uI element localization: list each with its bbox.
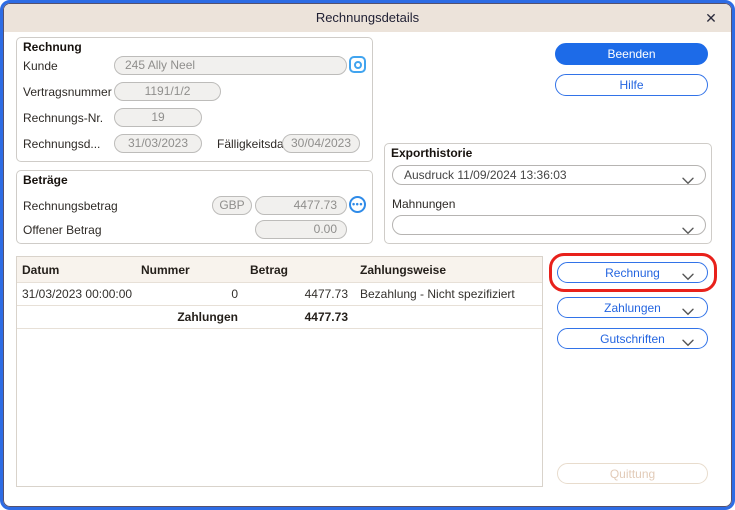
- summary-label: Zahlungen: [177, 310, 238, 324]
- faelligkeitsdatum-field[interactable]: 30/04/2023: [282, 134, 360, 153]
- mahnungen-label: Mahnungen: [392, 197, 456, 211]
- table-summary-row: Zahlungen 4477.73: [17, 306, 542, 329]
- kunde-lookup-icon[interactable]: [349, 56, 366, 73]
- rechnungsdatum-field[interactable]: 31/03/2023: [114, 134, 202, 153]
- faelligkeitsdatum-label: Fälligkeitsda: [217, 137, 284, 151]
- rechnungsbetrag-label: Rechnungsbetrag: [23, 199, 118, 213]
- rechnungsnr-label: Rechnungs-Nr.: [23, 111, 104, 125]
- zahlungen-dropdown-button[interactable]: Zahlungen: [557, 297, 708, 318]
- chevron-down-icon: [682, 222, 694, 240]
- offener-betrag-label: Offener Betrag: [23, 223, 102, 237]
- cell-betrag: 4477.73: [304, 287, 348, 301]
- hilfe-button[interactable]: Hilfe: [555, 74, 708, 96]
- quittung-button[interactable]: Quittung: [557, 463, 708, 484]
- invoice-details-dialog: Rechnungsdetails ✕ Rechnung Kunde 245 Al…: [0, 0, 735, 510]
- betraege-groupbox: Beträge Rechnungsbetrag GBP 4477.73 ••• …: [16, 170, 373, 244]
- circle-glyph: [353, 60, 362, 69]
- ellipsis-icon[interactable]: •••: [349, 196, 366, 213]
- column-header: Betrag: [250, 262, 289, 277]
- rechnung-groupbox: Rechnung Kunde 245 Ally Neel Vertragsnum…: [16, 37, 373, 162]
- vertragsnummer-label: Vertragsnummer: [23, 85, 112, 99]
- column-header: Datum: [22, 262, 60, 277]
- chevron-down-icon: [682, 270, 694, 284]
- titlebar: Rechnungsdetails ✕: [4, 4, 731, 32]
- rechnung-dropdown-button[interactable]: Rechnung: [557, 262, 708, 283]
- gutschriften-dropdown-button[interactable]: Gutschriften: [557, 328, 708, 349]
- dialog-title: Rechnungsdetails: [315, 10, 420, 25]
- exporthistorie-groupbox: Exporthistorie Ausdruck 11/09/2024 13:36…: [384, 143, 712, 244]
- table-row[interactable]: 31/03/2023 00:00:00 0 4477.73 Bezahlung …: [17, 283, 542, 306]
- rechnungsbetrag-field[interactable]: 4477.73: [255, 196, 347, 215]
- chevron-down-icon: [682, 336, 694, 350]
- vertragsnummer-field[interactable]: 1191/1/2: [114, 82, 221, 101]
- column-header: Nummer: [141, 262, 190, 277]
- kunde-field[interactable]: 245 Ally Neel: [114, 56, 347, 75]
- offener-betrag-field[interactable]: 0.00: [255, 220, 347, 239]
- rechnungsnr-field[interactable]: 19: [114, 108, 202, 127]
- gutschriften-button-label: Gutschriften: [600, 331, 665, 346]
- mahnungen-dropdown[interactable]: [392, 215, 706, 235]
- cell-nummer: 0: [231, 287, 238, 301]
- currency-field[interactable]: GBP: [212, 196, 252, 215]
- payments-table: Datum Nummer Betrag Zahlungsweise 31/03/…: [16, 256, 543, 487]
- exporthistorie-selected-value: Ausdruck 11/09/2024 13:36:03: [404, 168, 567, 182]
- beenden-button[interactable]: Beenden: [555, 43, 708, 65]
- cell-zahlungsweise: Bezahlung - Nicht spezifiziert: [360, 287, 515, 301]
- betraege-group-title: Beträge: [23, 173, 68, 187]
- rechnung-group-title: Rechnung: [23, 40, 82, 54]
- column-header: Zahlungsweise: [360, 262, 447, 277]
- chevron-down-icon: [682, 305, 694, 319]
- rechnung-button-label: Rechnung: [605, 265, 660, 280]
- cell-datum: 31/03/2023 00:00:00: [22, 287, 133, 301]
- table-header-row: Datum Nummer Betrag Zahlungsweise: [17, 257, 542, 283]
- exporthistorie-dropdown[interactable]: Ausdruck 11/09/2024 13:36:03: [392, 165, 706, 185]
- close-icon[interactable]: ✕: [701, 8, 721, 28]
- kunde-label: Kunde: [23, 59, 58, 73]
- exporthistorie-group-title: Exporthistorie: [391, 146, 473, 160]
- summary-value: 4477.73: [304, 310, 348, 324]
- chevron-down-icon: [682, 172, 694, 190]
- rechnungsdatum-label: Rechnungsd...: [23, 137, 101, 151]
- zahlungen-button-label: Zahlungen: [604, 300, 661, 315]
